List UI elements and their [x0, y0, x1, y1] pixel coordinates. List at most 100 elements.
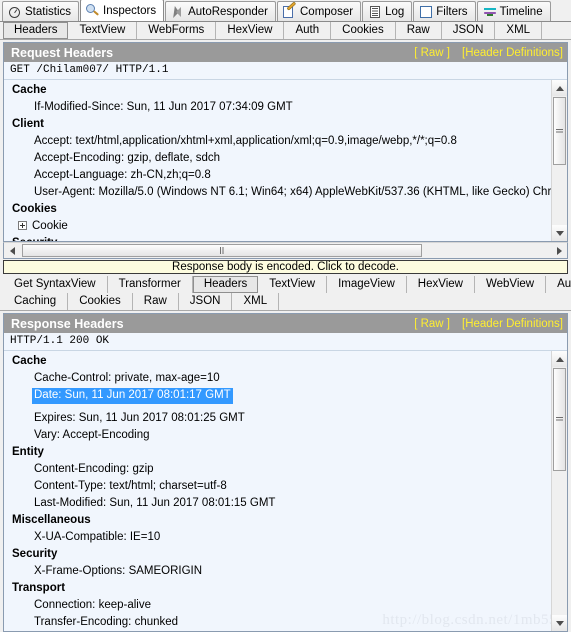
header-item[interactable]: User-Agent: Mozilla/5.0 (Windows NT 6.1;… — [4, 184, 567, 201]
request-headers-pane: Request Headers [ Raw ] [Header Definiti… — [3, 42, 568, 242]
main-tab-label: Timeline — [499, 5, 543, 18]
header-group-transport: Transport — [12, 582, 66, 594]
response-header-definitions-link[interactable]: [Header Definitions] — [462, 318, 563, 330]
response-tab-json[interactable]: JSON — [179, 293, 233, 310]
header-group-client: Client — [12, 118, 44, 130]
response-tab-strip-row2: Caching Cookies Raw JSON XML — [0, 293, 571, 311]
header-item[interactable]: If-Modified-Since: Sun, 11 Jun 2017 07:3… — [4, 99, 567, 116]
response-tab-headers[interactable]: Headers — [192, 276, 259, 293]
scroll-up-button[interactable] — [552, 80, 567, 96]
response-tab-strip-row1: Get SyntaxView Transformer Headers TextV… — [0, 276, 571, 293]
scroll-thumb[interactable] — [553, 368, 566, 471]
arrow-left-icon — [9, 246, 15, 255]
request-tab-cookies[interactable]: Cookies — [331, 22, 396, 39]
request-headers-list[interactable]: Cache If-Modified-Since: Sun, 11 Jun 201… — [4, 80, 567, 241]
page-title: Response Headers — [11, 316, 124, 331]
response-tab-transformer[interactable]: Transformer — [108, 276, 193, 293]
main-tab-label: Composer — [300, 5, 354, 18]
response-tab-get-syntaxview[interactable]: Get SyntaxView — [3, 276, 108, 293]
request-vertical-scrollbar[interactable] — [551, 80, 567, 241]
request-tab-headers[interactable]: Headers — [3, 22, 69, 39]
header-item[interactable]: Content-Encoding: gzip — [4, 461, 567, 478]
header-item[interactable]: Accept-Encoding: gzip, deflate, sdch — [4, 150, 567, 167]
log-document-icon — [368, 5, 382, 19]
response-tab-auth[interactable]: Auth — [546, 276, 571, 293]
decode-notice-bar[interactable]: Response body is encoded. Click to decod… — [3, 260, 568, 274]
header-group-cache: Cache — [12, 355, 47, 367]
header-group-security: Security — [4, 235, 567, 241]
response-headers-list[interactable]: Cache Cache-Control: private, max-age=10… — [4, 351, 567, 631]
main-tab-label: Filters — [436, 5, 468, 18]
scroll-left-button[interactable] — [4, 243, 20, 258]
header-item-row[interactable]: Date: Sun, 11 Jun 2017 08:01:17 GMT — [4, 387, 567, 410]
request-tab-webforms[interactable]: WebForms — [137, 22, 217, 39]
request-tab-json[interactable]: JSON — [442, 22, 496, 39]
grip-icon — [556, 128, 563, 134]
response-tab-webview[interactable]: WebView — [475, 276, 547, 293]
response-tab-imageview[interactable]: ImageView — [327, 276, 407, 293]
header-group-cookies: Cookies — [12, 203, 57, 215]
arrow-up-icon — [555, 85, 564, 91]
main-tab-log[interactable]: Log — [362, 1, 413, 21]
scroll-thumb[interactable] — [22, 244, 422, 257]
request-tab-auth[interactable]: Auth — [284, 22, 332, 39]
plus-expander-icon[interactable] — [18, 221, 27, 230]
arrow-right-icon — [556, 246, 562, 255]
header-item[interactable]: X-Frame-Options: SAMEORIGIN — [4, 563, 567, 580]
main-tab-inspectors[interactable]: Inspectors — [80, 0, 165, 21]
response-vertical-scrollbar[interactable] — [551, 351, 567, 631]
grip-icon — [219, 247, 225, 254]
header-item[interactable]: Accept: text/html,application/xhtml+xml,… — [4, 133, 567, 150]
response-raw-link[interactable]: [ Raw ] — [414, 318, 450, 330]
scroll-right-button[interactable] — [551, 243, 567, 258]
page-title: Request Headers — [11, 45, 114, 60]
scroll-down-button[interactable] — [552, 225, 567, 241]
response-tab-xml[interactable]: XML — [232, 293, 280, 310]
scroll-down-button[interactable] — [552, 615, 567, 631]
request-tab-hexview[interactable]: HexView — [216, 22, 285, 39]
lightning-bolt-icon — [171, 5, 185, 19]
hscroll-track[interactable] — [20, 243, 551, 258]
response-tab-hexview[interactable]: HexView — [407, 276, 475, 293]
response-status-line: HTTP/1.1 200 OK — [4, 333, 567, 351]
request-tab-xml[interactable]: XML — [495, 22, 543, 39]
response-tab-cookies[interactable]: Cookies — [68, 293, 133, 310]
header-item-label: Cookie — [32, 220, 68, 232]
header-item[interactable]: Expires: Sun, 11 Jun 2017 08:01:25 GMT — [4, 410, 567, 427]
scroll-up-button[interactable] — [552, 351, 567, 367]
main-tab-statistics[interactable]: Statistics — [2, 1, 80, 21]
response-tab-textview[interactable]: TextView — [258, 276, 328, 293]
request-horizontal-scrollbar[interactable] — [3, 242, 568, 259]
response-tab-caching[interactable]: Caching — [3, 293, 69, 310]
header-item[interactable]: Transfer-Encoding: chunked — [4, 614, 567, 631]
header-item[interactable]: Vary: Accept-Encoding — [4, 427, 567, 444]
request-tab-textview[interactable]: TextView — [68, 22, 138, 39]
main-tab-composer[interactable]: Composer — [277, 1, 362, 21]
header-item[interactable]: X-UA-Compatible: IE=10 — [4, 529, 567, 546]
response-tab-raw[interactable]: Raw — [133, 293, 179, 310]
header-item[interactable]: Connection: keep-alive — [4, 597, 567, 614]
main-tab-label: Statistics — [25, 5, 72, 18]
main-tab-strip: Statistics Inspectors AutoResponder Comp… — [0, 0, 571, 22]
header-item[interactable]: Content-Type: text/html; charset=utf-8 — [4, 478, 567, 495]
header-item-cookie[interactable]: Cookie — [4, 218, 567, 235]
request-tab-raw[interactable]: Raw — [396, 22, 442, 39]
header-item[interactable]: Accept-Language: zh-CN,zh;q=0.8 — [4, 167, 567, 184]
header-item-selected[interactable]: Date: Sun, 11 Jun 2017 08:01:17 GMT — [32, 388, 233, 404]
main-tab-timeline[interactable]: Timeline — [476, 1, 551, 21]
checkbox-square-icon — [419, 5, 433, 19]
magnifier-icon — [86, 3, 100, 18]
request-raw-link[interactable]: [ Raw ] — [414, 47, 450, 59]
header-item[interactable]: Last-Modified: Sun, 11 Jun 2017 08:01:15… — [4, 495, 567, 512]
request-line: GET /Chilam007/ HTTP/1.1 — [4, 62, 567, 80]
main-tab-filters[interactable]: Filters — [413, 1, 476, 21]
request-tab-strip: Headers TextView WebForms HexView Auth C… — [0, 22, 571, 40]
fiddler-inspectors-window: Statistics Inspectors AutoResponder Comp… — [0, 0, 571, 632]
header-group-cache: Cache — [12, 84, 47, 96]
main-tab-autoresponder[interactable]: AutoResponder — [165, 1, 276, 21]
request-header-definitions-link[interactable]: [Header Definitions] — [462, 47, 563, 59]
response-headers-pane: Response Headers [ Raw ] [Header Definit… — [3, 313, 568, 632]
arrow-down-icon — [555, 620, 564, 626]
header-item[interactable]: Cache-Control: private, max-age=10 — [4, 370, 567, 387]
scroll-thumb[interactable] — [553, 97, 566, 165]
